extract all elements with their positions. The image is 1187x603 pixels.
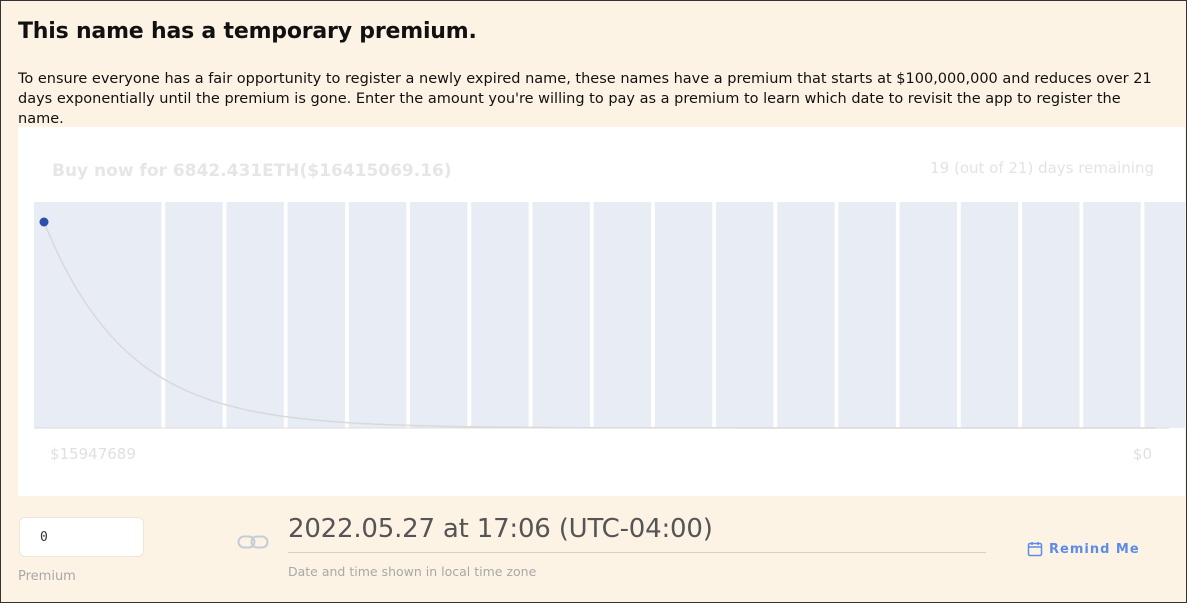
day-column xyxy=(960,202,1019,428)
premium-panel: This name has a temporary premium. To en… xyxy=(0,0,1187,603)
chart-bars xyxy=(34,202,1185,428)
start-price-label: $15947689 xyxy=(50,445,136,463)
day-column xyxy=(899,202,958,428)
day-column xyxy=(471,202,529,428)
chart-plot xyxy=(34,202,1185,429)
day-column xyxy=(777,202,835,428)
day-column xyxy=(1083,202,1141,428)
premium-description: To ensure everyone has a fair opportunit… xyxy=(18,71,1152,127)
day-column xyxy=(410,202,468,428)
remind-me-label: Remind Me xyxy=(1049,541,1140,557)
day-column xyxy=(287,202,346,428)
day-column xyxy=(532,202,590,428)
timezone-note: Date and time shown in local time zone xyxy=(288,564,537,579)
day-column xyxy=(654,202,713,428)
remind-me-button[interactable]: Remind Me xyxy=(1027,541,1140,557)
day-column xyxy=(1148,202,1169,428)
day-column xyxy=(716,202,774,428)
premium-input[interactable] xyxy=(19,517,144,557)
day-column xyxy=(1022,202,1080,428)
day-column xyxy=(593,202,652,428)
premium-label: Premium xyxy=(18,569,76,584)
day-column xyxy=(348,202,407,428)
day-column xyxy=(838,202,896,428)
page-title: This name has a temporary premium. xyxy=(18,19,477,44)
link-icon xyxy=(237,535,269,549)
current-price-marker[interactable] xyxy=(39,217,49,227)
day-column xyxy=(104,202,162,428)
premium-chart: Buy now for 6842.431ETH($16415069.16) 19… xyxy=(18,127,1185,496)
end-price-label: $0 xyxy=(1132,445,1152,463)
day-column xyxy=(226,202,284,428)
calendar-icon xyxy=(1027,542,1043,557)
datetime-underline xyxy=(288,552,986,553)
revisit-datetime: 2022.05.27 at 17:06 (UTC-04:00) xyxy=(288,514,713,544)
